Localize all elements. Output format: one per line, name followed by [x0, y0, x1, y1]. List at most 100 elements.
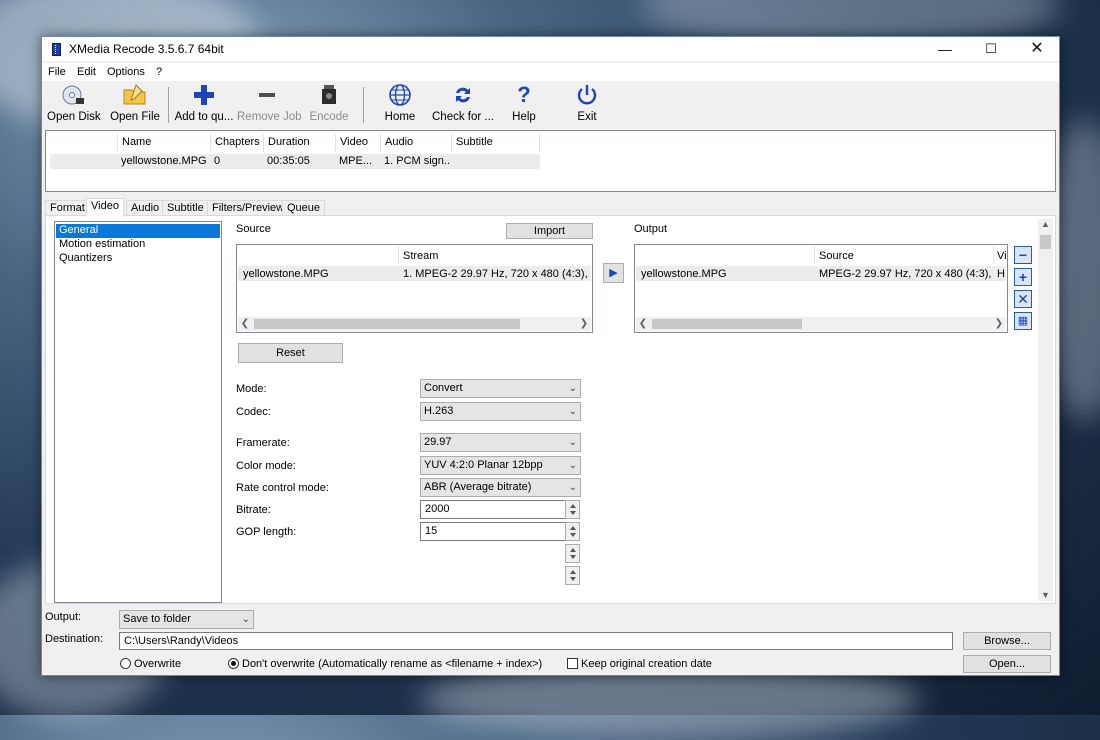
bitrate-input[interactable]: 2000	[420, 500, 580, 519]
tab-filters-preview[interactable]: Filters/Preview	[207, 200, 290, 216]
tab-format[interactable]: Format	[45, 200, 90, 216]
scroll-right-icon[interactable]: ❯	[577, 317, 591, 331]
extra-spinner-2[interactable]	[565, 566, 580, 585]
codec-select[interactable]: H.263 ⌄	[420, 402, 581, 421]
open-disk-button[interactable]: Open Disk	[47, 83, 101, 125]
overwrite-radio[interactable]	[120, 658, 131, 669]
minimize-button[interactable]: —	[922, 37, 968, 61]
add-stream-button[interactable]: +	[1014, 268, 1032, 286]
encode-button[interactable]: Encode	[304, 83, 354, 125]
check-for-updates-button[interactable]: Check for ...	[432, 83, 494, 125]
stream-properties-button[interactable]: ▦	[1014, 312, 1032, 330]
panel-vscroll[interactable]: ▲ ▼	[1038, 219, 1053, 601]
open-file-button[interactable]: Open File	[110, 83, 160, 125]
video-settings-nav[interactable]: General Motion estimation Quantizers	[54, 221, 222, 603]
tab-video[interactable]: Video	[86, 198, 124, 217]
keep-date-checkbox[interactable]	[567, 658, 578, 669]
column-header-duration[interactable]: Duration	[263, 134, 335, 152]
column-header-audio[interactable]: Audio	[380, 134, 451, 152]
rate-control-label: Rate control mode:	[236, 482, 329, 494]
minus-icon: −	[1018, 247, 1028, 263]
close-button[interactable]: ✕	[1014, 37, 1060, 61]
job-list[interactable]: Name Chapters Duration Video Audio Subti…	[45, 130, 1056, 192]
output-source-header[interactable]: Source	[819, 250, 854, 262]
column-header-video[interactable]: Video	[335, 134, 380, 152]
add-to-queue-button[interactable]: Add to qu...	[174, 83, 234, 125]
output-stream-list[interactable]: Source Vi yellowstone.MPG MPEG-2 29.97 H…	[634, 244, 1008, 333]
source-hscroll[interactable]: ❮ ❯	[238, 317, 591, 331]
overwrite-label: Overwrite	[134, 658, 182, 670]
reset-button[interactable]: Reset	[238, 343, 343, 363]
output-mode-select[interactable]: Save to folder ⌄	[119, 610, 254, 629]
tab-queue[interactable]: Queue	[282, 200, 326, 216]
output-mode-label: Output:	[45, 611, 82, 623]
mode-label: Mode:	[236, 383, 267, 395]
question-icon: ?	[517, 82, 531, 107]
column-header-subtitle[interactable]: Subtitle	[451, 134, 540, 152]
browse-button[interactable]: Browse...	[963, 632, 1051, 650]
column-header-chapters[interactable]: Chapters	[210, 134, 263, 152]
tab-subtitle[interactable]: Subtitle	[162, 200, 209, 216]
extra-spinner-1[interactable]	[565, 544, 580, 563]
nav-item-quantizers[interactable]: Quantizers	[56, 252, 220, 266]
nav-item-general[interactable]: General	[56, 224, 220, 238]
title-bar[interactable]: XMedia Recode 3.5.6.7 64bit — ☐ ✕	[42, 37, 1059, 61]
job-video-cell: MPE...	[335, 154, 380, 169]
menu-help[interactable]: ?	[156, 66, 162, 78]
bitrate-spinner[interactable]	[565, 500, 580, 519]
scroll-thumb[interactable]	[254, 319, 520, 329]
menu-bar: File Edit Options ?	[42, 63, 1059, 81]
menu-edit[interactable]: Edit	[77, 66, 96, 78]
job-chapters-cell: 0	[210, 154, 263, 169]
output-hscroll[interactable]: ❮ ❯	[636, 317, 1006, 331]
mode-select[interactable]: Convert ⌄	[420, 379, 581, 398]
menu-options[interactable]: Options	[107, 66, 145, 78]
clear-streams-button[interactable]: ✕	[1014, 290, 1032, 308]
output-vi-cell: H	[997, 268, 1005, 280]
chevron-down-icon: ⌄	[568, 406, 577, 417]
refresh-icon	[449, 83, 477, 107]
nav-item-motion-estimation[interactable]: Motion estimation	[56, 238, 220, 252]
scroll-thumb[interactable]	[1040, 235, 1051, 249]
help-button[interactable]: ? Help	[508, 83, 540, 125]
scroll-left-icon[interactable]: ❮	[636, 317, 650, 331]
rate-control-select[interactable]: ABR (Average bitrate) ⌄	[420, 478, 581, 497]
home-button[interactable]: Home	[380, 83, 420, 125]
tab-audio[interactable]: Audio	[126, 200, 165, 216]
open-button[interactable]: Open...	[963, 655, 1051, 673]
scroll-left-icon[interactable]: ❮	[238, 317, 252, 331]
disc-icon	[59, 83, 87, 107]
globe-icon	[386, 83, 414, 107]
app-film-icon	[52, 43, 61, 56]
scroll-down-icon[interactable]: ▼	[1041, 590, 1050, 600]
gop-length-spinner[interactable]	[565, 522, 580, 541]
job-duration-cell: 00:35:05	[263, 154, 335, 169]
column-header-name[interactable]: Name	[117, 134, 210, 152]
remove-stream-button[interactable]: −	[1014, 246, 1032, 264]
scroll-right-icon[interactable]: ❯	[992, 317, 1006, 331]
menu-file[interactable]: File	[48, 66, 66, 78]
move-to-output-button[interactable]: ▶	[603, 263, 624, 283]
output-vi-header[interactable]: Vi	[997, 250, 1007, 262]
dont-overwrite-radio[interactable]	[228, 658, 239, 669]
framerate-select[interactable]: 29.97 ⌄	[420, 433, 581, 452]
source-stream-list[interactable]: Stream yellowstone.MPG 1. MPEG-2 29.97 H…	[236, 244, 593, 333]
remove-job-button[interactable]: Remove Job	[237, 83, 302, 125]
output-source-cell: MPEG-2 29.97 Hz, 720 x 480 (4:3), I...	[819, 268, 991, 280]
exit-button[interactable]: Exit	[571, 83, 603, 125]
x-icon: ✕	[1017, 291, 1029, 307]
chevron-down-icon: ⌄	[568, 460, 577, 471]
output-file-cell: yellowstone.MPG	[641, 268, 727, 280]
chevron-down-icon: ⌄	[568, 437, 577, 448]
maximize-button[interactable]: ☐	[968, 37, 1014, 61]
chevron-down-icon: ⌄	[568, 383, 577, 394]
import-button[interactable]: Import	[506, 223, 593, 239]
source-stream-header[interactable]: Stream	[403, 250, 438, 262]
window-title: XMedia Recode 3.5.6.7 64bit	[69, 42, 224, 56]
destination-input[interactable]: C:\Users\Randy\Videos	[119, 632, 953, 650]
color-mode-select[interactable]: YUV 4:2:0 Planar 12bpp ⌄	[420, 456, 581, 475]
app-window: XMedia Recode 3.5.6.7 64bit — ☐ ✕ File E…	[41, 36, 1060, 676]
scroll-thumb[interactable]	[652, 319, 802, 329]
scroll-up-icon[interactable]: ▲	[1041, 219, 1050, 229]
gop-length-input[interactable]: 15	[420, 522, 580, 541]
